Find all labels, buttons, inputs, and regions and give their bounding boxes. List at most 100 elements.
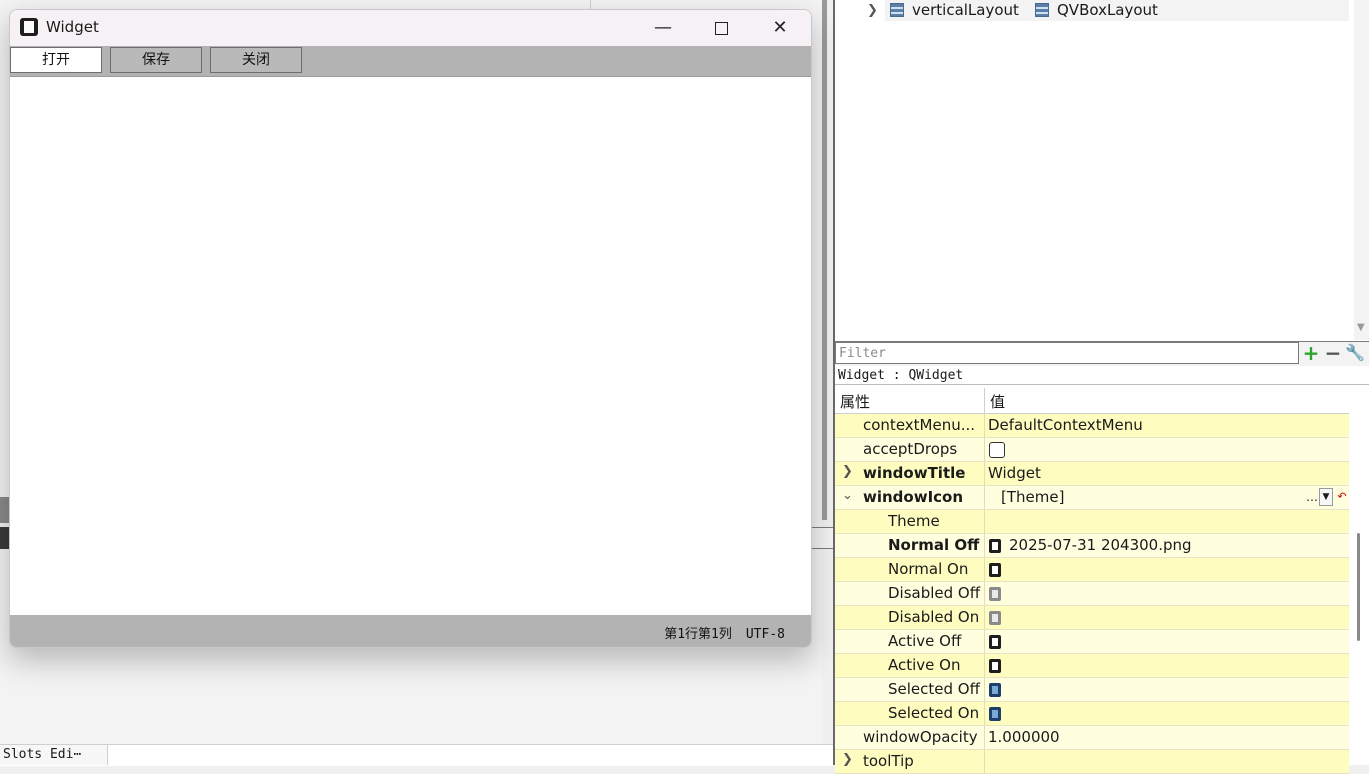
cursor-position: 第1行第1列 xyxy=(664,627,732,642)
property-header: 属性 值 xyxy=(835,388,1349,414)
property-name: Disabled On xyxy=(888,608,980,626)
image-file-icon xyxy=(989,563,1001,577)
wrench-icon[interactable]: 🔧 xyxy=(1345,343,1365,363)
property-scrollbar[interactable] xyxy=(1349,388,1369,765)
property-value-cell[interactable] xyxy=(985,606,1349,629)
right-dock-panel: ❯ verticalLayout QVBoxLayout ▼ Filter + … xyxy=(835,0,1369,774)
property-row[interactable]: Disabled Off xyxy=(835,582,1349,606)
property-value-cell[interactable] xyxy=(985,510,1349,533)
property-row[interactable]: contextMenu... DefaultContextMenu xyxy=(835,414,1349,438)
close-button[interactable]: 关闭 xyxy=(210,47,302,73)
property-value-cell[interactable]: Widget xyxy=(985,462,1349,485)
property-value-cell[interactable]: 1.000000 xyxy=(985,726,1349,749)
property-row[interactable]: ❯ toolTip xyxy=(835,750,1349,774)
reset-icon[interactable]: ↶ xyxy=(1336,488,1348,506)
image-file-icon xyxy=(989,659,1001,673)
browse-button[interactable]: … xyxy=(1305,488,1319,506)
text-editor[interactable] xyxy=(10,77,811,615)
property-name-cell: Active On xyxy=(835,654,984,677)
close-window-button[interactable]: ✕ xyxy=(751,10,809,46)
property-list: contextMenu... DefaultContextMenu accept… xyxy=(835,414,1349,774)
property-name-cell: acceptDrops xyxy=(835,438,984,461)
property-name-cell: Disabled On xyxy=(835,606,984,629)
header-property[interactable]: 属性 xyxy=(840,391,870,412)
property-row[interactable]: ❯ windowTitle Widget xyxy=(835,462,1349,486)
tree-object-name: verticalLayout xyxy=(912,1,1019,19)
maximize-icon xyxy=(714,21,728,35)
property-name-cell: ❯ toolTip xyxy=(835,750,984,773)
scrollbar-thumb[interactable] xyxy=(1357,533,1360,641)
filter-bar: Filter + − 🔧 xyxy=(835,341,1369,366)
property-row[interactable]: ⌄ windowIcon [Theme] … ▼ ↶ xyxy=(835,486,1349,510)
property-name-cell: Active Off xyxy=(835,630,984,653)
tree-scrollbar[interactable]: ▼ xyxy=(1354,0,1369,340)
chevron-down-icon[interactable]: ⌄ xyxy=(842,488,853,503)
property-name: Selected Off xyxy=(888,680,980,698)
property-value-cell[interactable] xyxy=(985,750,1349,773)
property-row[interactable]: Disabled On xyxy=(835,606,1349,630)
scroll-down-arrow-icon[interactable]: ▼ xyxy=(1357,322,1365,333)
minus-icon[interactable]: − xyxy=(1323,343,1343,363)
status-bar: 第1行第1列 UTF-8 xyxy=(10,615,811,647)
image-file-disabled-icon xyxy=(989,587,1001,601)
toolbar: 打开 保存 关闭 xyxy=(10,46,811,77)
tab-slots-editor[interactable]: Slots Edi⋯ xyxy=(0,745,108,765)
property-name-cell: Theme xyxy=(835,510,984,533)
image-file-selected-icon xyxy=(989,683,1001,697)
property-row[interactable]: Normal Off 2025-07-31 204300.png xyxy=(835,534,1349,558)
plus-icon[interactable]: + xyxy=(1301,343,1321,363)
window-titlebar[interactable]: Widget — ✕ xyxy=(10,10,811,46)
property-name: Active Off xyxy=(888,632,962,650)
current-object-label: Widget : QWidget xyxy=(835,366,1369,385)
header-value[interactable]: 值 xyxy=(990,391,1005,412)
property-name: Normal On xyxy=(888,560,969,578)
minimize-button[interactable]: — xyxy=(634,10,692,46)
app-window-icon xyxy=(20,18,38,36)
save-button[interactable]: 保存 xyxy=(110,47,202,73)
property-name: Active On xyxy=(888,656,961,674)
property-row[interactable]: Active On xyxy=(835,654,1349,678)
property-value-cell[interactable] xyxy=(985,630,1349,653)
property-name-cell: ⌄ windowIcon xyxy=(835,486,984,509)
property-row[interactable]: Theme xyxy=(835,510,1349,534)
property-name-cell: Normal On xyxy=(835,558,984,581)
property-value: [Theme] xyxy=(1001,488,1065,506)
canvas-scrollbar[interactable] xyxy=(822,0,827,520)
property-value-cell[interactable] xyxy=(985,582,1349,605)
open-button[interactable]: 打开 xyxy=(10,47,102,73)
property-row[interactable]: Normal On xyxy=(835,558,1349,582)
property-value-cell[interactable] xyxy=(985,438,1349,461)
property-value-cell[interactable] xyxy=(985,558,1349,581)
vertical-layout-icon xyxy=(890,3,904,17)
accept-drops-checkbox[interactable] xyxy=(989,442,1005,458)
dropdown-arrow-icon[interactable]: ▼ xyxy=(1319,488,1333,506)
property-row[interactable]: Selected Off xyxy=(835,678,1349,702)
maximize-button[interactable] xyxy=(692,10,750,46)
property-row[interactable]: Selected On xyxy=(835,702,1349,726)
chevron-right-icon[interactable]: ❯ xyxy=(867,0,878,21)
canvas-separator xyxy=(810,527,834,549)
tree-row-verticallayout[interactable]: ❯ verticalLayout QVBoxLayout xyxy=(867,0,1349,21)
property-name-cell: Selected On xyxy=(835,702,984,725)
property-row[interactable]: Active Off xyxy=(835,630,1349,654)
property-name: windowOpacity xyxy=(863,728,978,746)
property-row[interactable]: windowOpacity 1.000000 xyxy=(835,726,1349,750)
property-value: 2025-07-31 204300.png xyxy=(1009,536,1192,554)
chevron-right-icon[interactable]: ❯ xyxy=(842,464,853,479)
property-value-cell[interactable]: [Theme] … ▼ ↶ xyxy=(985,486,1349,509)
property-name-cell: ❯ windowTitle xyxy=(835,462,984,485)
property-row[interactable]: acceptDrops xyxy=(835,438,1349,462)
property-value-cell[interactable] xyxy=(985,654,1349,677)
header-divider xyxy=(984,388,985,413)
property-name: contextMenu... xyxy=(863,416,976,434)
property-value: Widget xyxy=(988,464,1041,482)
status-info: 第1行第1列 UTF-8 xyxy=(650,623,785,642)
property-name: acceptDrops xyxy=(863,440,958,458)
filter-input[interactable]: Filter xyxy=(835,342,1299,364)
property-value-cell[interactable]: 2025-07-31 204300.png xyxy=(985,534,1349,557)
property-name: Theme xyxy=(888,512,940,530)
property-value-cell[interactable] xyxy=(985,678,1349,701)
image-file-disabled-icon xyxy=(989,611,1001,625)
property-value-cell[interactable] xyxy=(985,702,1349,725)
property-value-cell[interactable]: DefaultContextMenu xyxy=(985,414,1349,437)
